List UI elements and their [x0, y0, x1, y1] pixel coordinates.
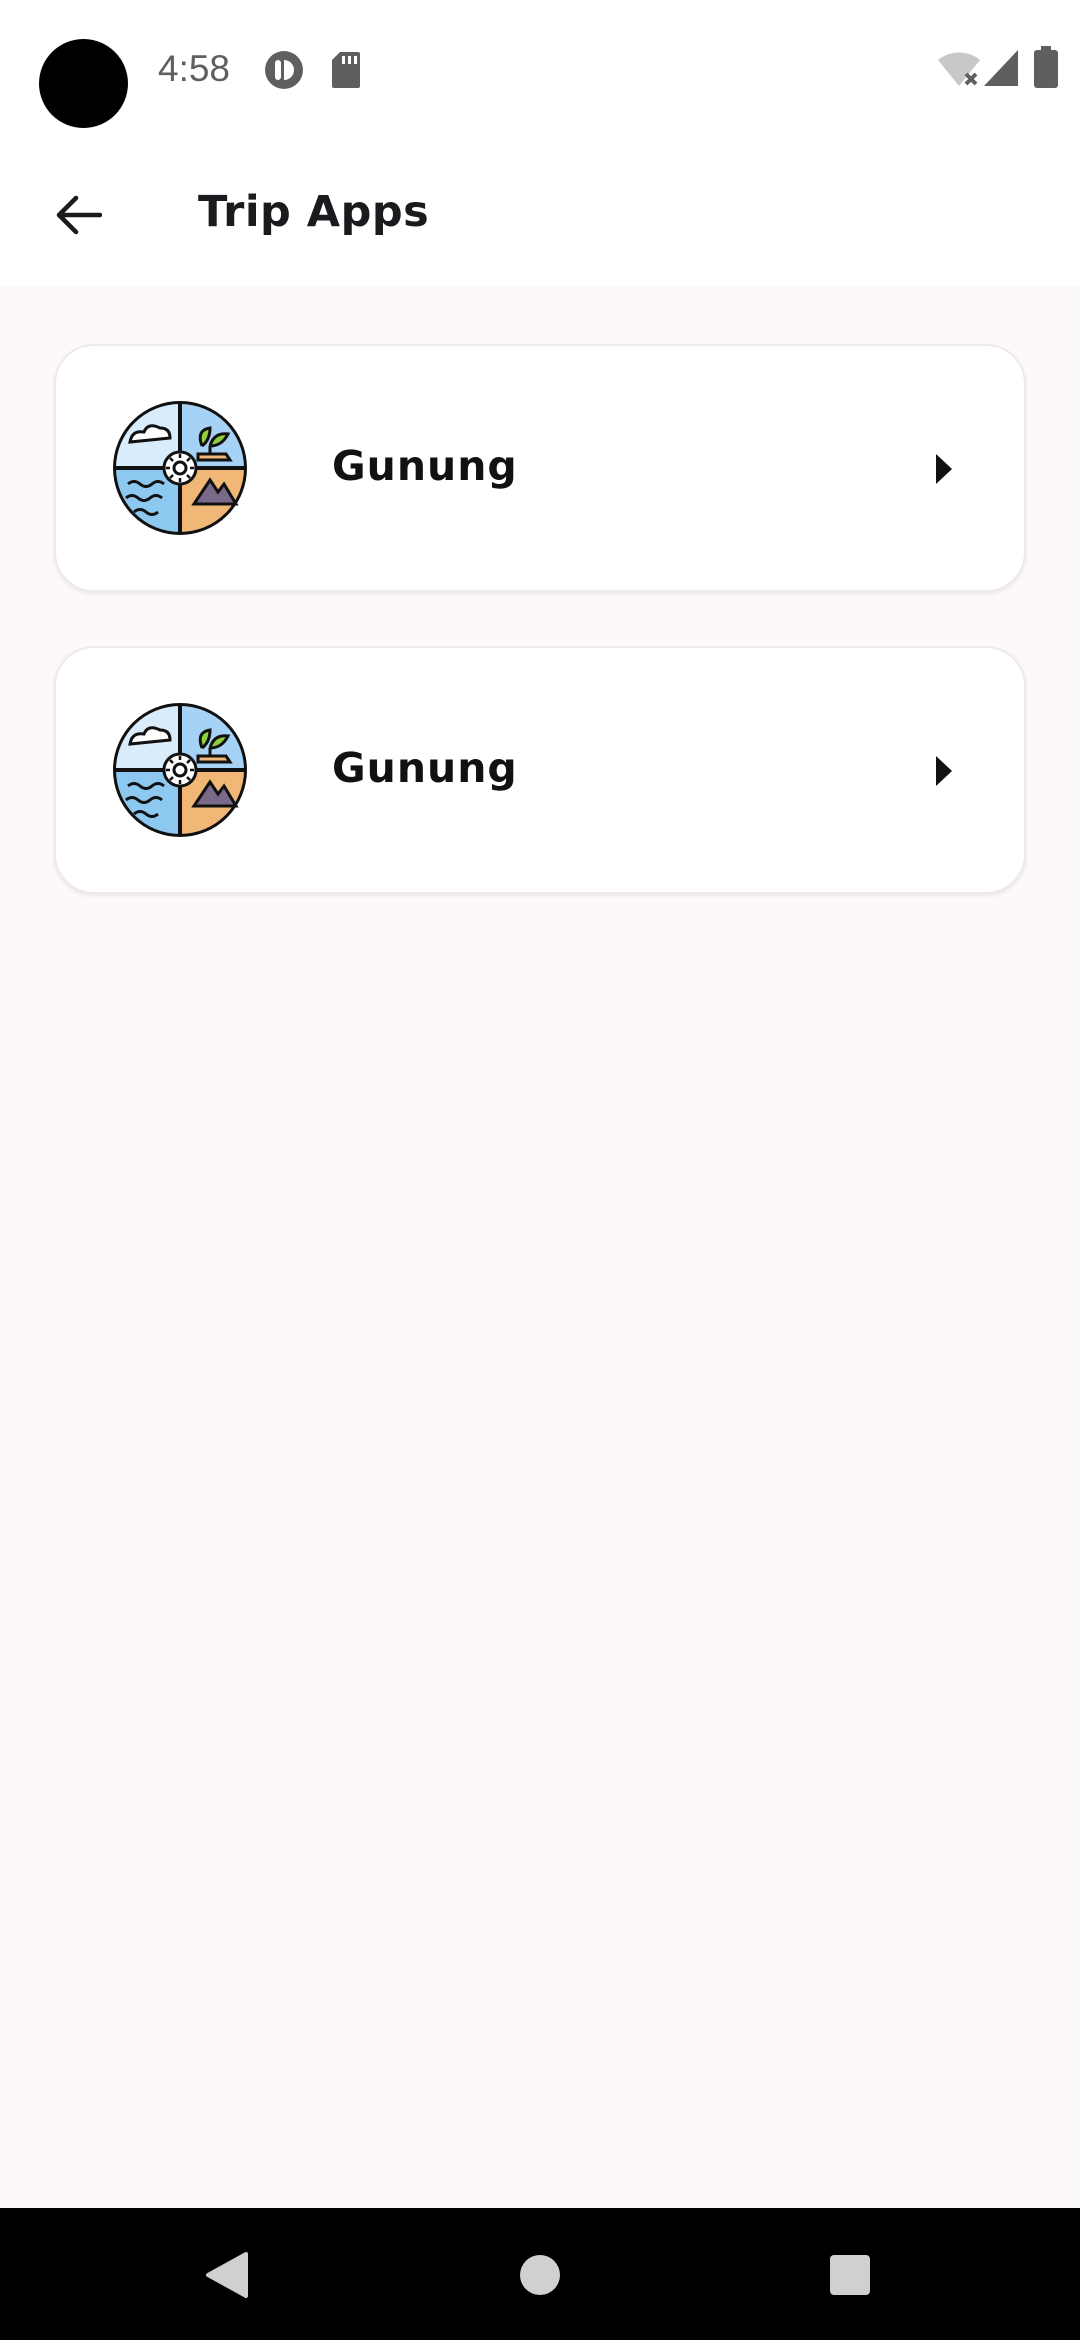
back-button[interactable] — [36, 173, 120, 257]
nav-back-button[interactable] — [182, 2230, 272, 2320]
list-item[interactable]: Gunung — [54, 344, 1026, 592]
camera-cutout — [39, 39, 128, 128]
nature-quadrant-icon — [113, 703, 247, 837]
nav-recents-button[interactable] — [805, 2230, 895, 2320]
page-title: Trip Apps — [198, 187, 430, 237]
list-item-label: Gunung — [332, 744, 518, 792]
pocket-casts-icon — [265, 51, 303, 89]
list-item[interactable]: Gunung — [54, 646, 1026, 894]
battery-icon — [1034, 46, 1058, 88]
arrow-left-icon — [56, 195, 102, 235]
status-bar: 4:58 — [0, 0, 1080, 140]
cell-signal-icon — [984, 50, 1018, 86]
sd-card-icon — [332, 52, 360, 88]
caret-right-icon — [936, 756, 952, 786]
wifi-off-icon — [938, 52, 980, 86]
home-circle-icon — [520, 2255, 560, 2295]
caret-right-icon — [936, 454, 952, 484]
system-nav-bar — [0, 2208, 1080, 2340]
list-item-label: Gunung — [332, 442, 518, 490]
back-triangle-icon — [206, 2252, 248, 2298]
nav-home-button[interactable] — [495, 2230, 585, 2320]
nature-quadrant-icon — [113, 401, 247, 535]
recents-square-icon — [830, 2255, 870, 2295]
status-time: 4:58 — [158, 48, 231, 89]
app-bar: Trip Apps — [0, 140, 1080, 286]
